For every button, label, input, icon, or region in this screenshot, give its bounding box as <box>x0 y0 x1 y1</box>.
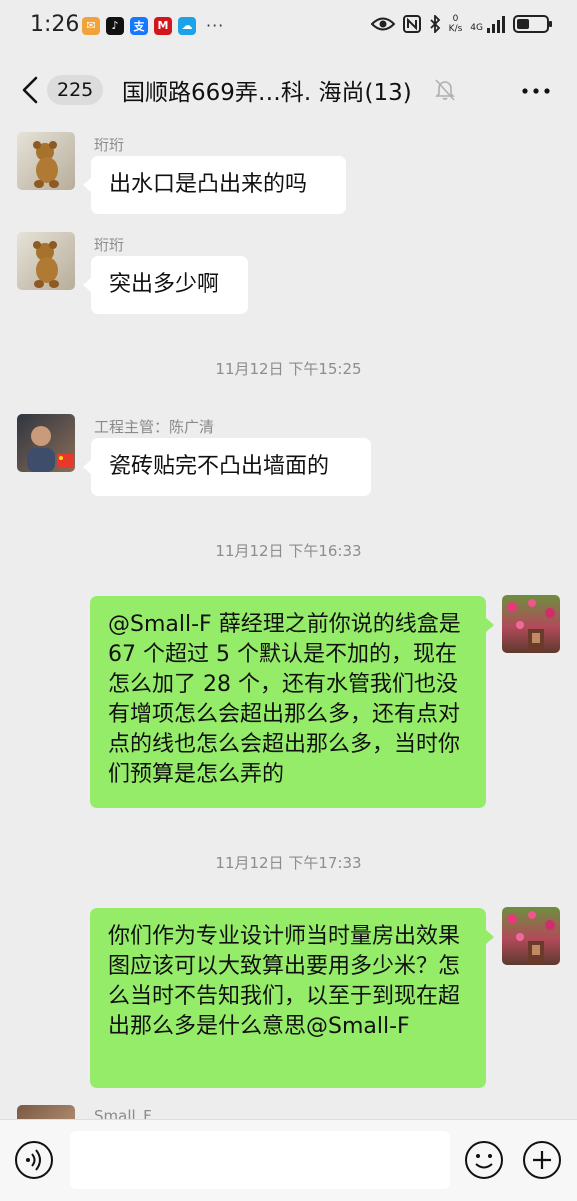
person-avatar <box>27 426 73 472</box>
timestamp: 11月12日 下午15:25 <box>215 360 362 378</box>
message-bubble[interactable]: 瓷砖贴完不凸出墙面的 <box>83 438 371 496</box>
message-bubble[interactable]: 出水口是凸出来的吗 <box>83 156 346 214</box>
emoji-button[interactable] <box>464 1140 504 1180</box>
bell-off-icon <box>435 79 455 101</box>
message-bubble[interactable]: @Small-F 薛经理之前你说的线盒是 67 个超过 5 个默认是不加的，现在… <box>90 596 494 808</box>
network-speed: 0 K/s <box>449 14 463 34</box>
weather-app-icon: ☁ <box>178 16 196 35</box>
avatar[interactable] <box>17 132 75 190</box>
chat-header: 225 国顺路669弄…科. 海尚(13) <box>0 54 577 126</box>
timestamp: 11月12日 下午16:33 <box>215 542 362 560</box>
sender-name: 珩珩 <box>94 236 125 254</box>
tiktok-app-icon: ♪ <box>106 16 124 35</box>
metro-app-icon: M <box>154 16 172 35</box>
sender-name: 珩珩 <box>94 136 125 154</box>
speed-value: 0 <box>452 14 459 24</box>
sender-name: 工程主管：陈广清 <box>94 418 215 436</box>
avatar[interactable] <box>17 232 75 290</box>
status-bar: 1:26 ✉ ♪ 支 M ☁ ··· 0 K/s 4G <box>0 0 577 54</box>
chat-title: 国顺路669弄…科. 海尚(13) <box>122 80 412 106</box>
bluetooth-icon <box>430 15 440 33</box>
flowers-avatar <box>507 911 555 963</box>
input-bar <box>0 1119 577 1201</box>
flowers-avatar <box>507 599 555 651</box>
sender-name: Small_F <box>94 1107 152 1119</box>
timestamp: 11月12日 下午17:33 <box>215 854 362 872</box>
plus-button[interactable] <box>522 1140 562 1180</box>
alipay-app-icon: 支 <box>130 16 148 35</box>
avatar[interactable] <box>17 414 75 472</box>
battery-icon <box>513 15 552 33</box>
voice-icon <box>15 1141 53 1179</box>
teddy-bear-avatar <box>33 241 59 288</box>
more-button[interactable] <box>518 76 554 106</box>
more-dots-icon <box>522 88 550 94</box>
network-type: 4G <box>470 22 483 33</box>
message-bubble[interactable]: 突出多少啊 <box>83 256 248 314</box>
message-input[interactable] <box>70 1131 450 1189</box>
mail-app-icon: ✉ <box>82 16 100 35</box>
more-notifications-icon: ··· <box>206 16 225 35</box>
teddy-bear-avatar <box>33 141 59 188</box>
avatar[interactable] <box>502 595 560 653</box>
status-time: 1:26 <box>30 12 80 37</box>
plus-icon <box>523 1141 561 1179</box>
notification-icons: ✉ ♪ 支 M ☁ ··· <box>82 16 224 35</box>
back-button[interactable] <box>14 72 48 108</box>
eye-icon <box>370 17 395 31</box>
speed-unit: K/s <box>448 24 463 34</box>
emoji-icon <box>465 1141 503 1179</box>
chat-area[interactable]: 珩珩 出水口是凸出来的吗 珩珩 突出多少啊 11月12日 下午15:25 工程主… <box>0 126 577 1119</box>
chevron-left-icon <box>22 76 38 104</box>
signal-icon: 4G <box>470 15 505 33</box>
nfc-icon <box>402 15 421 33</box>
message-bubble[interactable]: 你们作为专业设计师当时量房出效果图应该可以大致算出要用多少米？怎么当时不告知我们… <box>90 908 494 1088</box>
avatar[interactable] <box>502 907 560 965</box>
status-right: 0 K/s 4G <box>370 14 553 34</box>
voice-button[interactable] <box>14 1140 54 1180</box>
unread-count-badge[interactable]: 225 <box>47 75 104 105</box>
avatar[interactable] <box>17 1105 75 1119</box>
